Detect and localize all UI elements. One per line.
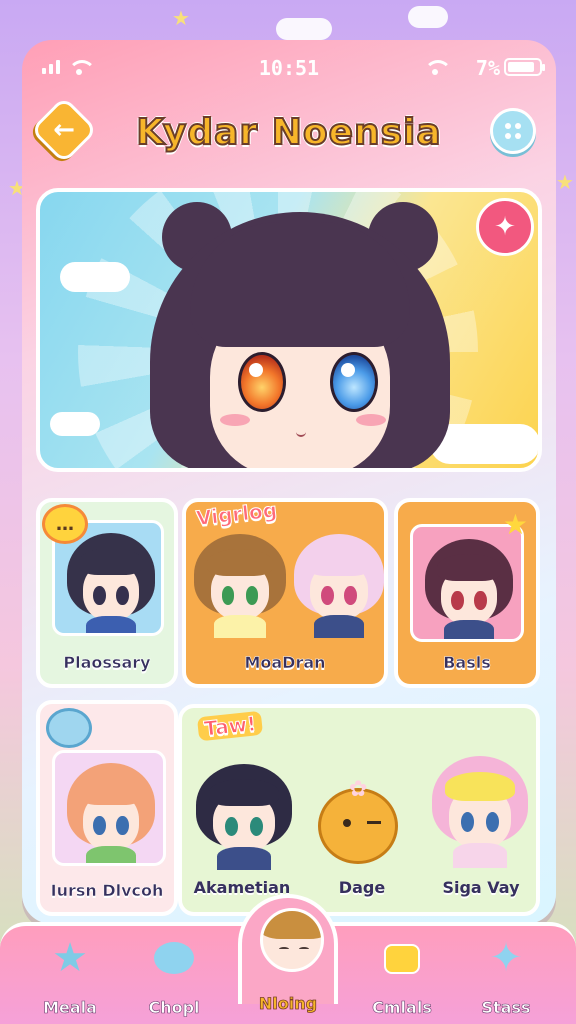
sparkle-sticker-button[interactable]: ✦ [476,198,534,256]
card-label: Iursn Dlvcoh [50,881,164,901]
mascot-character: ✿ [318,777,398,864]
nav-label: Stass [481,998,531,1018]
character-portrait [194,534,286,638]
nav-label: Chopl [148,998,200,1018]
character-group-card[interactable]: Taw! ✿ Akametian Dage Siga Vay [178,704,540,916]
hero-character [150,202,450,468]
menu-button[interactable] [490,108,536,154]
nav-label: Nloing [258,994,318,1014]
character-card[interactable]: ★ Basls [394,498,540,688]
arrow-left-icon: ← [53,115,75,145]
wifi-icon [424,60,452,76]
card-label: Basls [443,653,491,673]
page-title: Kydar Noensia [135,111,442,154]
card-tag: Vigrlog [194,498,279,531]
app-screen: 10:51 7% ← Kydar Noensia ✦ … Plaossary V… [22,40,556,924]
status-bar: 10:51 7% [22,56,556,80]
sparkle-sticker-icon: ✦ [494,212,516,242]
nav-item-nloing[interactable]: Nloing [238,894,338,1013]
chat-bubble-icon: … [42,504,88,544]
nav-label: Meala [43,998,97,1018]
card-tag: Taw! [196,710,264,742]
hero-banner[interactable]: ✦ [36,188,542,472]
left-eye [238,352,286,412]
character-portrait [432,756,528,868]
background-cloud [408,6,448,28]
nav-item-stass[interactable]: ✦ Stass [456,938,556,1022]
background-star-icon: ★ [172,6,190,30]
character-card[interactable]: … Plaossary [36,498,178,688]
sparkle-icon: ✦ [489,935,523,981]
gift-icon [380,944,424,984]
back-button[interactable]: ← [30,96,98,164]
star-icon: ★ [52,935,88,981]
background-star-icon: ★ [556,170,574,194]
smile-bubble-icon [46,708,92,748]
character-name: Dage [338,878,386,897]
nav-label: Cmlals [372,998,432,1018]
character-name: Siga Vay [442,878,520,897]
background-cloud [276,18,332,40]
card-portrait [410,524,524,642]
right-eye [330,352,378,412]
nav-item-cmlals[interactable]: Cmlals [352,938,452,1022]
card-label: MoaDran [244,653,326,673]
star-icon: ★ [502,508,528,541]
character-portrait [294,534,384,638]
battery-percent: 7% [475,56,500,80]
character-card[interactable]: Vigrlog MoaDran [182,498,388,688]
battery-icon [504,58,545,76]
flower-icon: ✿ [349,777,368,802]
character-portrait [196,764,292,870]
cloud [50,412,100,436]
chat-bubble-icon [152,942,196,982]
avatar-icon [260,908,324,972]
cloud [60,262,130,292]
character-card[interactable]: Iursn Dlvcoh [36,700,178,916]
nav-item-chopl[interactable]: Chopl [124,938,224,1022]
nav-item-meala[interactable]: ★ Meala [20,938,120,1022]
card-label: Plaossary [63,653,151,673]
card-portrait [52,750,166,866]
